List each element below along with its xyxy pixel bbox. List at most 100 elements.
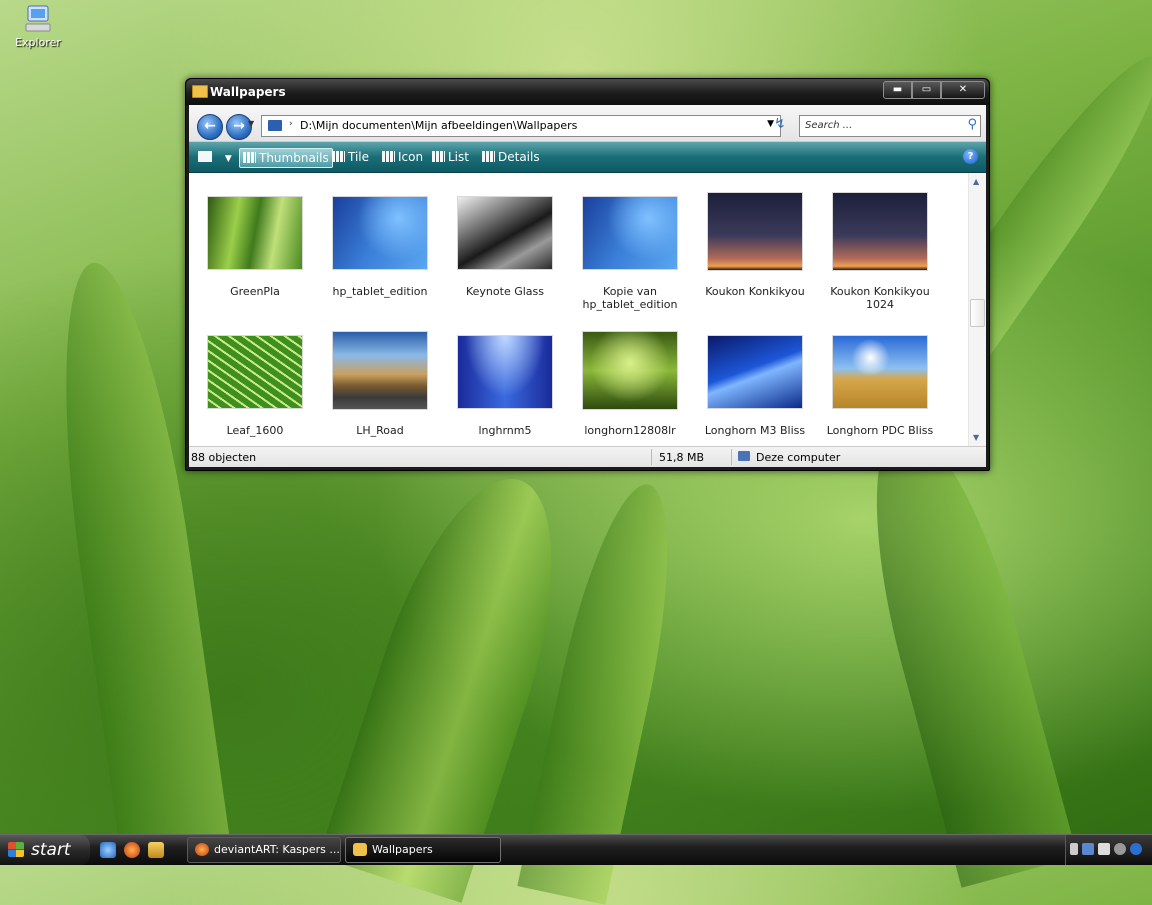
thumbnail-image [583, 197, 677, 269]
thumbnail-image [708, 193, 802, 270]
thumbnail-image [833, 193, 927, 270]
taskbar-button-wallpapers[interactable]: Wallpapers [345, 837, 501, 863]
thumbnail-image [833, 336, 927, 408]
view-tile-button[interactable]: Tile [329, 148, 372, 166]
address-field[interactable]: › D:\Mijn documenten\Mijn afbeeldingen\W… [261, 115, 781, 137]
views-button[interactable]: ▼ [195, 148, 235, 166]
search-icon[interactable]: ⚲ [967, 117, 977, 132]
list-icon [432, 151, 445, 162]
ie-quicklaunch-icon[interactable] [100, 842, 116, 858]
thumbnail-image [208, 336, 302, 408]
app-quicklaunch-icon[interactable] [148, 842, 164, 858]
view-label: Icon [398, 150, 424, 164]
file-name: LH_Road [356, 424, 404, 437]
address-toolbar: ← → ▼ › D:\Mijn documenten\Mijn afbeeldi… [189, 105, 986, 142]
desktop-icon-explorer[interactable]: Explorer [10, 4, 66, 49]
file-name: Kopie van hp_tablet_edition [582, 285, 678, 311]
view-label: Thumbnails [259, 151, 329, 165]
view-list-button[interactable]: List [429, 148, 472, 166]
taskbar-button-deviantart[interactable]: deviantART: Kaspers ... [187, 837, 341, 863]
view-details-button[interactable]: Details [479, 148, 543, 166]
recent-pages-dropdown[interactable]: ▼ [248, 119, 254, 128]
file-item[interactable]: hp_tablet_edition [318, 197, 442, 298]
firefox-quicklaunch-icon[interactable] [124, 842, 140, 858]
view-label: Details [498, 150, 540, 164]
views-dropdown-icon: ▼ [224, 154, 232, 164]
scroll-down-icon[interactable]: ▼ [973, 433, 979, 442]
tile-icon [332, 151, 345, 162]
search-placeholder: Search ... [805, 120, 853, 131]
status-divider [731, 449, 732, 465]
refresh-icon[interactable]: ↯ [774, 116, 786, 132]
file-item[interactable]: lnghrnm5 [443, 336, 567, 437]
start-button[interactable]: start [0, 835, 90, 865]
address-dropdown-icon[interactable]: ▼ [767, 119, 774, 129]
status-bar: 88 objecten 51,8 MB Deze computer [189, 446, 986, 467]
details-icon [482, 151, 495, 162]
file-item[interactable]: Leaf_1600 [193, 336, 317, 437]
thumbnail-image [458, 197, 552, 269]
close-button[interactable]: ✕ [941, 81, 985, 99]
breadcrumb-separator: › [289, 119, 293, 129]
vertical-scrollbar[interactable]: ▲ ▼ [968, 173, 986, 446]
tray-expand-icon[interactable] [1070, 843, 1078, 855]
computer-icon [738, 451, 750, 461]
thumbnail-image [583, 332, 677, 409]
file-item[interactable]: GreenPla [193, 197, 317, 298]
windows-logo-icon [8, 842, 24, 857]
file-item[interactable]: Longhorn PDC Bliss [818, 336, 942, 437]
back-button[interactable]: ← [197, 114, 223, 140]
thumbnail-image [333, 332, 427, 409]
file-item[interactable]: longhorn12808lr [568, 332, 692, 437]
minimize-button[interactable]: ▬ [883, 81, 912, 99]
folder-icon [353, 843, 367, 856]
help-icon[interactable]: ? [963, 149, 978, 164]
layout-icon [198, 151, 212, 162]
search-field[interactable]: Search ... ⚲ [799, 115, 981, 137]
file-name: Koukon Konkikyou [705, 285, 805, 298]
file-item[interactable]: Keynote Glass [443, 197, 567, 298]
desktop-icon-label: Explorer [15, 36, 61, 49]
task-label: Wallpapers [372, 843, 433, 856]
start-label: start [31, 840, 71, 860]
view-label: List [448, 150, 469, 164]
file-thumbnail-view: GreenPla hp_tablet_edition Keynote Glass… [189, 173, 986, 446]
object-count: 88 objecten [191, 451, 257, 464]
file-name: hp_tablet_edition [332, 285, 428, 298]
scrollbar-thumb[interactable] [970, 299, 985, 327]
system-tray [1065, 835, 1152, 865]
file-name: Keynote Glass [465, 285, 544, 298]
location-label: Deze computer [756, 451, 841, 464]
file-item[interactable]: Longhorn M3 Bliss [693, 336, 817, 437]
file-name: longhorn12808lr [584, 424, 676, 437]
scroll-up-icon[interactable]: ▲ [973, 177, 979, 186]
icon-view-icon [382, 151, 395, 162]
total-size: 51,8 MB [659, 451, 705, 464]
file-item[interactable]: Koukon Konkikyou [693, 193, 817, 298]
file-item[interactable]: Koukon Konkikyou 1024 [818, 193, 942, 311]
mail-icon[interactable] [1098, 843, 1110, 855]
view-icon-button[interactable]: Icon [379, 148, 426, 166]
network-icon[interactable] [1082, 843, 1094, 855]
wallpaper-grass [842, 412, 1078, 888]
settings-icon[interactable] [1114, 843, 1126, 855]
computer-icon [22, 4, 54, 34]
title-bar[interactable]: Wallpapers ▬ ▭ ✕ [186, 79, 989, 105]
file-name: lnghrnm5 [478, 424, 532, 437]
maximize-button[interactable]: ▭ [912, 81, 941, 99]
bluetooth-icon[interactable] [1130, 843, 1142, 855]
thumbnail-image [458, 336, 552, 408]
task-label: deviantART: Kaspers ... [214, 843, 340, 856]
computer-icon [268, 120, 282, 131]
status-divider [651, 449, 652, 465]
firefox-icon [195, 843, 209, 856]
file-name: Leaf_1600 [226, 424, 284, 437]
view-toolbar: ▼ Thumbnails Tile Icon List Details ? [189, 142, 986, 173]
thumbnail-image [333, 197, 427, 269]
file-name: GreenPla [230, 285, 280, 298]
thumbnail-image [208, 197, 302, 269]
view-label: Tile [348, 150, 370, 164]
file-item[interactable]: Kopie van hp_tablet_edition [568, 197, 692, 311]
file-item[interactable]: LH_Road [318, 332, 442, 437]
view-thumbnails-button[interactable]: Thumbnails [239, 148, 333, 168]
